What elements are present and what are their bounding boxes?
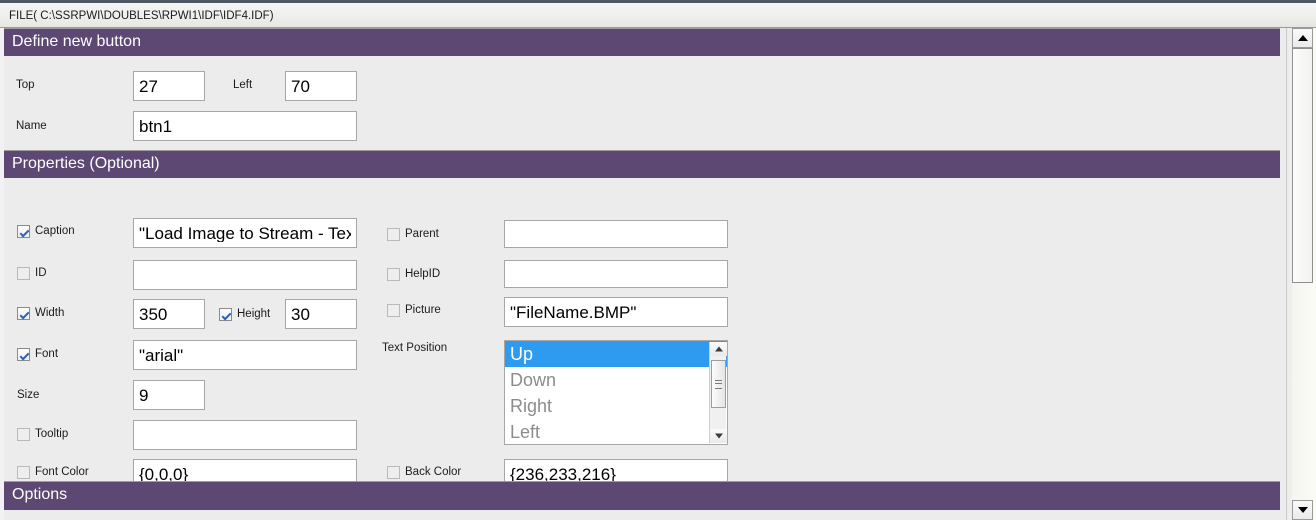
id-input[interactable] <box>133 260 357 290</box>
left-input-value: 70 <box>291 77 310 95</box>
back-color-input-value: {236,233,216} <box>510 465 616 483</box>
page-scroll-down-arrow-icon[interactable] <box>1292 500 1313 520</box>
text-position-option-left[interactable]: Left <box>505 419 727 444</box>
height-label: Height <box>237 308 271 320</box>
width-input-value: 350 <box>139 305 168 323</box>
options-panel <box>4 510 1280 520</box>
font-input[interactable]: "arial" <box>133 340 357 370</box>
text-position-option-right[interactable]: Right <box>505 393 727 419</box>
section-header-properties-label: Properties (Optional) <box>12 155 160 172</box>
picture-checkbox[interactable] <box>387 304 400 317</box>
titlebar-file-path: FILE( C:\SSRPWI\DOUBLES\RPWI1\IDF\IDF4.I… <box>9 10 274 22</box>
name-label: Name <box>16 120 47 132</box>
size-input[interactable]: 9 <box>133 380 205 410</box>
font-color-label: Font Color <box>35 466 89 478</box>
back-color-label: Back Color <box>405 466 462 478</box>
scrollbar-thumb[interactable] <box>711 360 726 408</box>
helpid-label: HelpID <box>405 268 441 280</box>
left-label: Left <box>233 79 253 91</box>
font-color-checkbox[interactable] <box>17 466 30 479</box>
top-label: Top <box>16 79 35 91</box>
define-button-dialog: FILE( C:\SSRPWI\DOUBLES\RPWI1\IDF\IDF4.I… <box>0 0 1316 520</box>
parent-checkbox[interactable] <box>387 228 400 241</box>
text-position-listbox[interactable]: Up Down Right Left <box>504 340 728 445</box>
section-header-define-label: Define new button <box>12 33 141 50</box>
section-header-options: Options <box>4 481 1280 510</box>
define-new-button-panel: Top 27 Left 70 Name btn1 <box>4 56 1280 150</box>
font-label: Font <box>35 348 59 360</box>
properties-panel: Caption "Load Image to Stream - Text" ID… <box>4 178 1280 489</box>
width-checkbox[interactable] <box>17 307 30 320</box>
scroll-down-arrow-icon[interactable] <box>710 429 727 443</box>
size-label: Size <box>17 389 40 401</box>
text-position-option-down[interactable]: Down <box>505 367 727 393</box>
name-input-value: btn1 <box>139 117 173 135</box>
tooltip-checkbox[interactable] <box>17 428 30 441</box>
text-position-option-up[interactable]: Up <box>505 341 727 367</box>
parent-label: Parent <box>405 228 439 240</box>
content-pane: Define new button Top 27 Left 70 Name bt… <box>0 28 1286 520</box>
name-input[interactable]: btn1 <box>133 111 357 141</box>
caption-checkbox[interactable] <box>17 225 30 238</box>
caption-input-value: "Load Image to Stream - Text" <box>139 224 351 242</box>
height-checkbox[interactable] <box>219 308 232 321</box>
width-input[interactable]: 350 <box>133 299 205 329</box>
back-color-checkbox[interactable] <box>387 466 400 479</box>
height-input-value: 30 <box>291 305 310 323</box>
helpid-input[interactable] <box>504 260 728 288</box>
titlebar: FILE( C:\SSRPWI\DOUBLES\RPWI1\IDF\IDF4.I… <box>0 0 1316 28</box>
id-checkbox[interactable] <box>17 267 30 280</box>
scroll-up-arrow-icon[interactable] <box>710 342 727 356</box>
helpid-checkbox[interactable] <box>387 268 400 281</box>
caption-input[interactable]: "Load Image to Stream - Text" <box>133 218 357 248</box>
section-header-options-label: Options <box>12 486 68 503</box>
top-input-value: 27 <box>139 77 158 95</box>
text-position-label: Text Position <box>382 342 448 354</box>
size-input-value: 9 <box>139 386 149 404</box>
section-header-properties: Properties (Optional) <box>4 150 1280 178</box>
top-input[interactable]: 27 <box>133 71 205 101</box>
page-scrollbar-track[interactable] <box>1292 283 1313 500</box>
page-scroll-up-arrow-icon[interactable] <box>1292 28 1313 48</box>
text-position-scrollbar[interactable] <box>709 342 727 443</box>
caption-label: Caption <box>35 225 75 237</box>
height-input[interactable]: 30 <box>285 299 357 329</box>
font-input-value: "arial" <box>139 346 184 364</box>
font-checkbox[interactable] <box>17 348 30 361</box>
page-vertical-scrollbar[interactable] <box>1286 28 1316 520</box>
tooltip-label: Tooltip <box>35 428 69 440</box>
width-label: Width <box>35 307 65 319</box>
section-header-define-new-button: Define new button <box>4 28 1280 56</box>
picture-input[interactable]: "FileName.BMP" <box>504 297 728 327</box>
page-scrollbar-thumb[interactable] <box>1292 48 1313 283</box>
scrollbar-grip-icon <box>715 380 722 389</box>
font-color-input-value: {0,0,0} <box>139 465 189 483</box>
parent-input[interactable] <box>504 220 728 248</box>
tooltip-input[interactable] <box>133 420 357 450</box>
picture-label: Picture <box>405 304 441 316</box>
id-label: ID <box>35 267 47 279</box>
picture-input-value: "FileName.BMP" <box>510 303 637 321</box>
left-input[interactable]: 70 <box>285 71 357 101</box>
